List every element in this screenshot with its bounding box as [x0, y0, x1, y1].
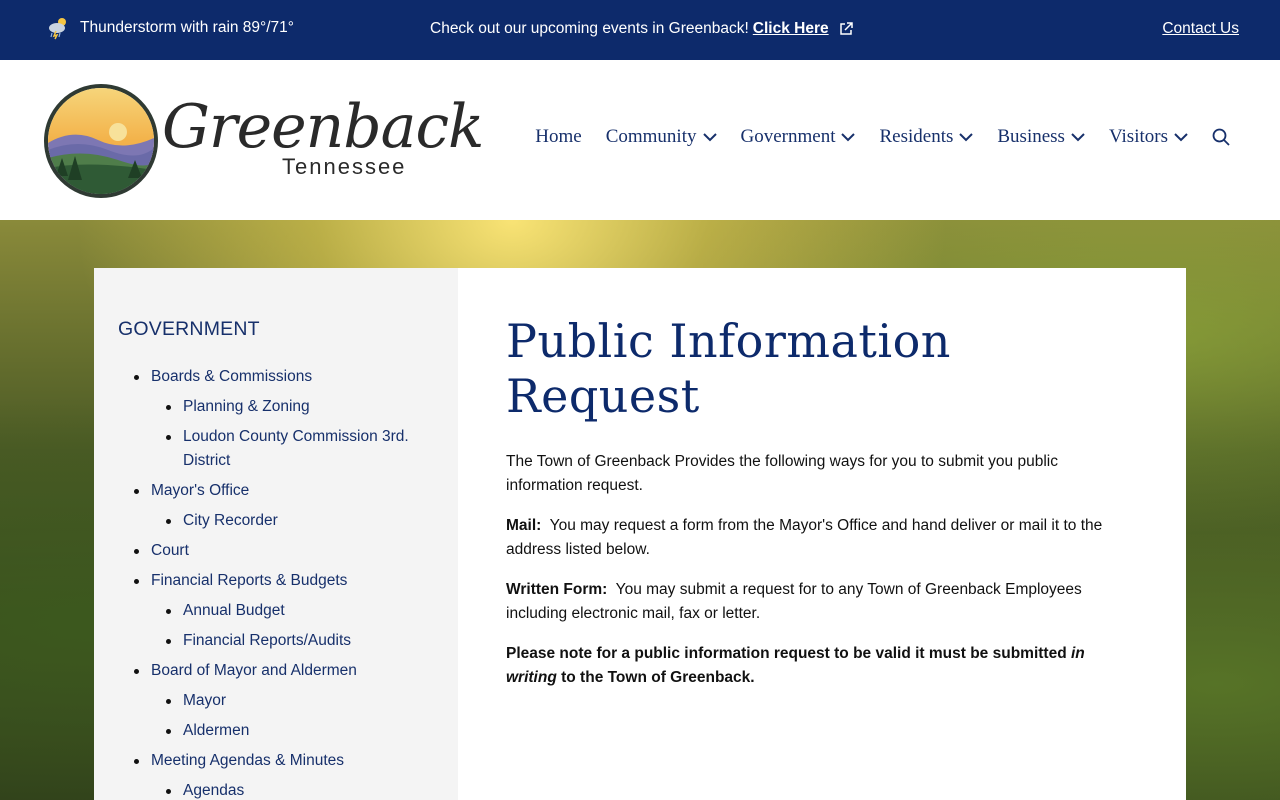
- chevron-down-icon: [702, 132, 717, 141]
- written-form-paragraph: Written Form: You may submit a request f…: [506, 578, 1138, 626]
- note-paragraph: Please note for a public information req…: [506, 642, 1138, 690]
- weather-widget: Thunderstorm with rain 89°/71°: [46, 16, 294, 40]
- sidebar-title: GOVERNMENT: [118, 318, 260, 340]
- sidebar-item-board-of-mayor-aldermen[interactable]: Board of Mayor and Aldermen: [118, 659, 434, 683]
- sidebar-item-city-recorder[interactable]: City Recorder: [118, 509, 434, 533]
- nav-residents-label: Residents: [879, 126, 954, 147]
- events-link[interactable]: Click Here: [753, 20, 829, 38]
- chevron-down-icon: [1174, 132, 1188, 141]
- nav-residents[interactable]: Residents: [879, 126, 974, 148]
- mountain-sunset-icon: [48, 88, 154, 194]
- sidebar-item-annual-budget[interactable]: Annual Budget: [118, 599, 434, 623]
- nav-visitors-label: Visitors: [1108, 126, 1168, 147]
- sidebar-item-financial-reports-audits[interactable]: Financial Reports/Audits: [118, 629, 434, 653]
- sidebar-item-mayor[interactable]: Mayor: [118, 689, 434, 713]
- main-content: Public Information Request The Town of G…: [458, 268, 1186, 800]
- written-form-label: Written Form:: [506, 581, 608, 598]
- contact-us-link[interactable]: Contact Us: [1162, 20, 1239, 38]
- chevron-down-icon: [1071, 132, 1085, 141]
- note-text-a: Please note for a public information req…: [506, 645, 1067, 662]
- nav-community-label: Community: [605, 126, 697, 147]
- chevron-down-icon: [959, 132, 974, 141]
- mail-label: Mail:: [506, 517, 542, 534]
- announcement-text: Check out our upcoming events in Greenba…: [430, 20, 749, 37]
- nav-business[interactable]: Business: [997, 126, 1085, 148]
- mail-text: You may request a form from the Mayor's …: [506, 517, 1103, 558]
- site-header: Greenback Tennessee Home Community Gover…: [0, 60, 1280, 220]
- sidebar: GOVERNMENT Boards & Commissions Planning…: [94, 268, 458, 800]
- announcement: Check out our upcoming events in Greenba…: [430, 20, 853, 38]
- nav-home[interactable]: Home: [535, 126, 581, 148]
- nav-business-label: Business: [997, 126, 1065, 147]
- nav-community[interactable]: Community: [606, 126, 717, 148]
- logo-subtitle: Tennessee: [282, 154, 407, 179]
- sidebar-item-financial-reports-budgets[interactable]: Financial Reports & Budgets: [118, 569, 434, 593]
- nav-visitors[interactable]: Visitors: [1109, 126, 1188, 148]
- sidebar-item-mayors-office[interactable]: Mayor's Office: [118, 479, 434, 503]
- external-link-icon: [839, 22, 853, 35]
- thunderstorm-icon: [49, 18, 66, 40]
- site-logo[interactable]: Greenback Tennessee: [44, 84, 484, 198]
- sidebar-item-loudon-county-commission[interactable]: Loudon County Commission 3rd. District: [118, 425, 434, 473]
- chevron-down-icon: [841, 132, 856, 141]
- sidebar-item-planning-zoning[interactable]: Planning & Zoning: [118, 395, 434, 419]
- search-icon[interactable]: [1212, 128, 1230, 146]
- sidebar-menu: Boards & Commissions Planning & Zoning L…: [118, 365, 434, 800]
- nav-government[interactable]: Government: [741, 126, 856, 148]
- nav-government-label: Government: [740, 126, 836, 147]
- weather-text: Thunderstorm with rain 89°/71°: [80, 19, 294, 36]
- main-nav: Home Community Government Residents Busi…: [511, 126, 1230, 148]
- sidebar-item-boards-commissions[interactable]: Boards & Commissions: [118, 365, 434, 389]
- sidebar-item-court[interactable]: Court: [118, 539, 434, 563]
- nav-home-label: Home: [535, 126, 582, 147]
- page-title: Public Information Request: [506, 314, 951, 423]
- top-bar: Thunderstorm with rain 89°/71° Check out…: [0, 0, 1280, 60]
- sidebar-item-meeting-agendas-minutes[interactable]: Meeting Agendas & Minutes: [118, 749, 434, 773]
- logo-emblem: [44, 84, 158, 198]
- intro-paragraph: The Town of Greenback Provides the follo…: [506, 453, 1058, 494]
- sidebar-item-aldermen[interactable]: Aldermen: [118, 719, 434, 743]
- logo-wordmark: Greenback: [162, 92, 484, 162]
- note-text-b: to the Town of Greenback.: [561, 669, 755, 686]
- mail-paragraph: Mail: You may request a form from the Ma…: [506, 514, 1138, 562]
- sidebar-item-agendas[interactable]: Agendas: [118, 779, 434, 800]
